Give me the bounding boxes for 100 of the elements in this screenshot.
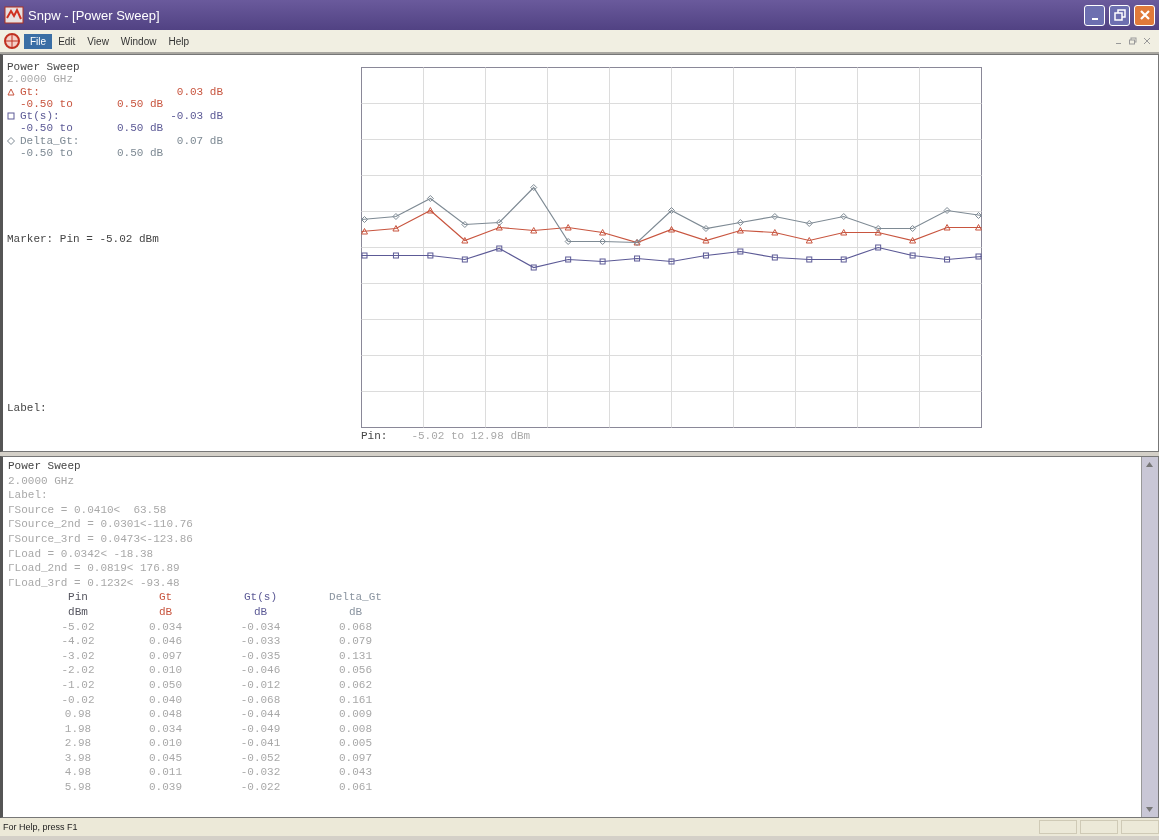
table-cell-text: -2.02 <box>60 663 96 678</box>
close-button[interactable] <box>1134 4 1155 26</box>
table-cell-text: -1.02 <box>60 677 96 693</box>
reflection-line: ΓSource = 0.0410< 63.58 <box>8 502 167 518</box>
trace-name: Gt: <box>7 85 127 98</box>
table-cell-text: 0.034 <box>148 721 183 737</box>
restore-icon[interactable] <box>1129 37 1137 45</box>
table-cell-text: 0.050 <box>148 677 183 693</box>
trace-name: Delta_Gt: <box>7 134 127 148</box>
table-cell-text: 4.98 <box>63 765 93 781</box>
table-cell-text: 0.068 <box>338 619 373 635</box>
menu-item[interactable]: Edit <box>52 33 82 49</box>
table-cell-text: 0.011 <box>148 765 183 781</box>
table-cell-text: 0.039 <box>148 780 183 795</box>
reflection-line: ΓSource_3rd = 0.0473<-123.86 <box>8 531 193 547</box>
status-panel <box>1121 820 1159 834</box>
reflection-line: ΓSource_2nd = 0.0301<-110.76 <box>8 517 193 532</box>
table-cell-text: 0.097 <box>148 648 183 664</box>
menu-item[interactable]: Window <box>114 33 163 49</box>
axis-range: -5.02 to 12.98 dBm <box>411 430 531 442</box>
menu-item[interactable]: File <box>24 33 53 49</box>
axis-label: Pin: <box>361 430 388 442</box>
table-cell-text: 5.98 <box>63 780 93 795</box>
trace-value: -0.03 dB <box>169 110 223 123</box>
restore-button[interactable] <box>1109 4 1130 26</box>
close-icon <box>1138 9 1151 21</box>
reflection-line: ΓLoad_3rd = 0.1232< -93.48 <box>8 575 180 591</box>
reflection-line: ΓLoad = 0.0342< -18.38 <box>8 546 154 562</box>
table-cell-text: 0.010 <box>148 663 183 678</box>
status-panel <box>1039 820 1077 834</box>
table-cell-text: 0.010 <box>148 736 183 751</box>
column-unit: dBm <box>67 604 89 620</box>
table-cell-text: 0.048 <box>148 707 183 722</box>
range-low: -0.50 to <box>19 147 74 160</box>
table-cell-text: -0.041 <box>239 736 282 751</box>
table-cell-text: 0.98 <box>63 707 93 722</box>
table-cell-text: -0.068 <box>239 692 282 708</box>
table-cell-text: -4.02 <box>60 634 96 649</box>
column-unit: dB <box>347 604 364 620</box>
menu-item[interactable]: Help <box>162 33 195 49</box>
frequency-text: 2.0000 GHz <box>8 473 74 489</box>
table-cell-text: 0.131 <box>338 648 373 664</box>
label-text: Label: <box>8 488 48 503</box>
table-cell-text: -0.02 <box>60 692 96 708</box>
table-cell-text: 0.009 <box>338 707 373 722</box>
table-cell-text: -0.022 <box>239 780 282 795</box>
table-cell-text: -0.046 <box>239 663 282 678</box>
table-cell-text: -0.032 <box>239 765 282 781</box>
menu-item[interactable]: View <box>81 33 115 49</box>
window-title: Snpw - [Power Sweep] <box>28 7 161 23</box>
table-cell-text: 0.040 <box>148 692 183 708</box>
trace-value: 0.07 dB <box>175 134 223 148</box>
table-cell-text: -0.044 <box>239 707 282 722</box>
status-text: For Help, press F1 <box>3 822 78 832</box>
column-header: Gt(s) <box>243 590 278 605</box>
column-header: Delta_Gt <box>328 590 383 605</box>
table-cell-text: -3.02 <box>60 648 96 664</box>
trace-name: Gt(s): <box>7 110 127 123</box>
table-cell-text: 0.005 <box>338 736 373 751</box>
column-header: Pin <box>67 590 89 605</box>
table-cell-text: 0.062 <box>338 677 373 693</box>
table-cell-text: 3.98 <box>63 750 93 766</box>
app-icon <box>4 6 24 24</box>
table-cell-text: -0.052 <box>239 750 282 766</box>
range-high: 0.50 dB <box>117 147 164 160</box>
range-low: -0.50 to <box>19 122 74 135</box>
table-cell-text: -0.033 <box>239 634 282 649</box>
table-cell-text: 0.061 <box>338 780 373 795</box>
range-high: 0.50 dB <box>117 97 164 111</box>
table-cell-text: 0.008 <box>338 721 373 737</box>
table-cell-text: 0.056 <box>338 663 373 678</box>
status-panel <box>1080 820 1118 834</box>
restore-icon <box>1113 9 1126 21</box>
close-icon[interactable] <box>1143 37 1151 45</box>
label-text: Label: <box>7 401 48 414</box>
table-cell-text: 0.045 <box>148 750 183 766</box>
table-cell-text: -5.02 <box>60 619 96 635</box>
column-unit: dB <box>157 604 174 620</box>
table-cell-text: 0.097 <box>338 750 373 766</box>
table-cell-text: 0.161 <box>338 692 373 708</box>
table-cell-text: -0.035 <box>239 648 282 664</box>
pane-title: Power Sweep <box>8 459 81 474</box>
trace-value: 0.03 dB <box>175 85 223 98</box>
table-cell-text: 1.98 <box>63 721 93 737</box>
marker-readout: Marker: Pin = -5.02 dBm <box>7 233 160 246</box>
range-low: -0.50 to <box>19 97 74 111</box>
table-cell-text: -0.034 <box>239 619 282 635</box>
table-cell-text: -0.049 <box>239 721 282 737</box>
column-unit: dB <box>252 604 269 620</box>
table-cell-text: 0.079 <box>338 634 373 649</box>
range-high: 0.50 dB <box>117 122 164 135</box>
reflection-line: ΓLoad_2nd = 0.0819< 176.89 <box>8 561 180 576</box>
table-cell-text: 0.046 <box>148 634 183 649</box>
document-icon[interactable] <box>2 32 22 50</box>
column-header: Gt <box>157 590 174 605</box>
scrollbar[interactable] <box>1141 457 1158 817</box>
frequency-text: 2.0000 GHz <box>7 73 74 86</box>
table-cell-text: 0.043 <box>338 765 373 781</box>
minimize-icon <box>1091 18 1098 20</box>
minimize-button[interactable] <box>1084 4 1105 26</box>
